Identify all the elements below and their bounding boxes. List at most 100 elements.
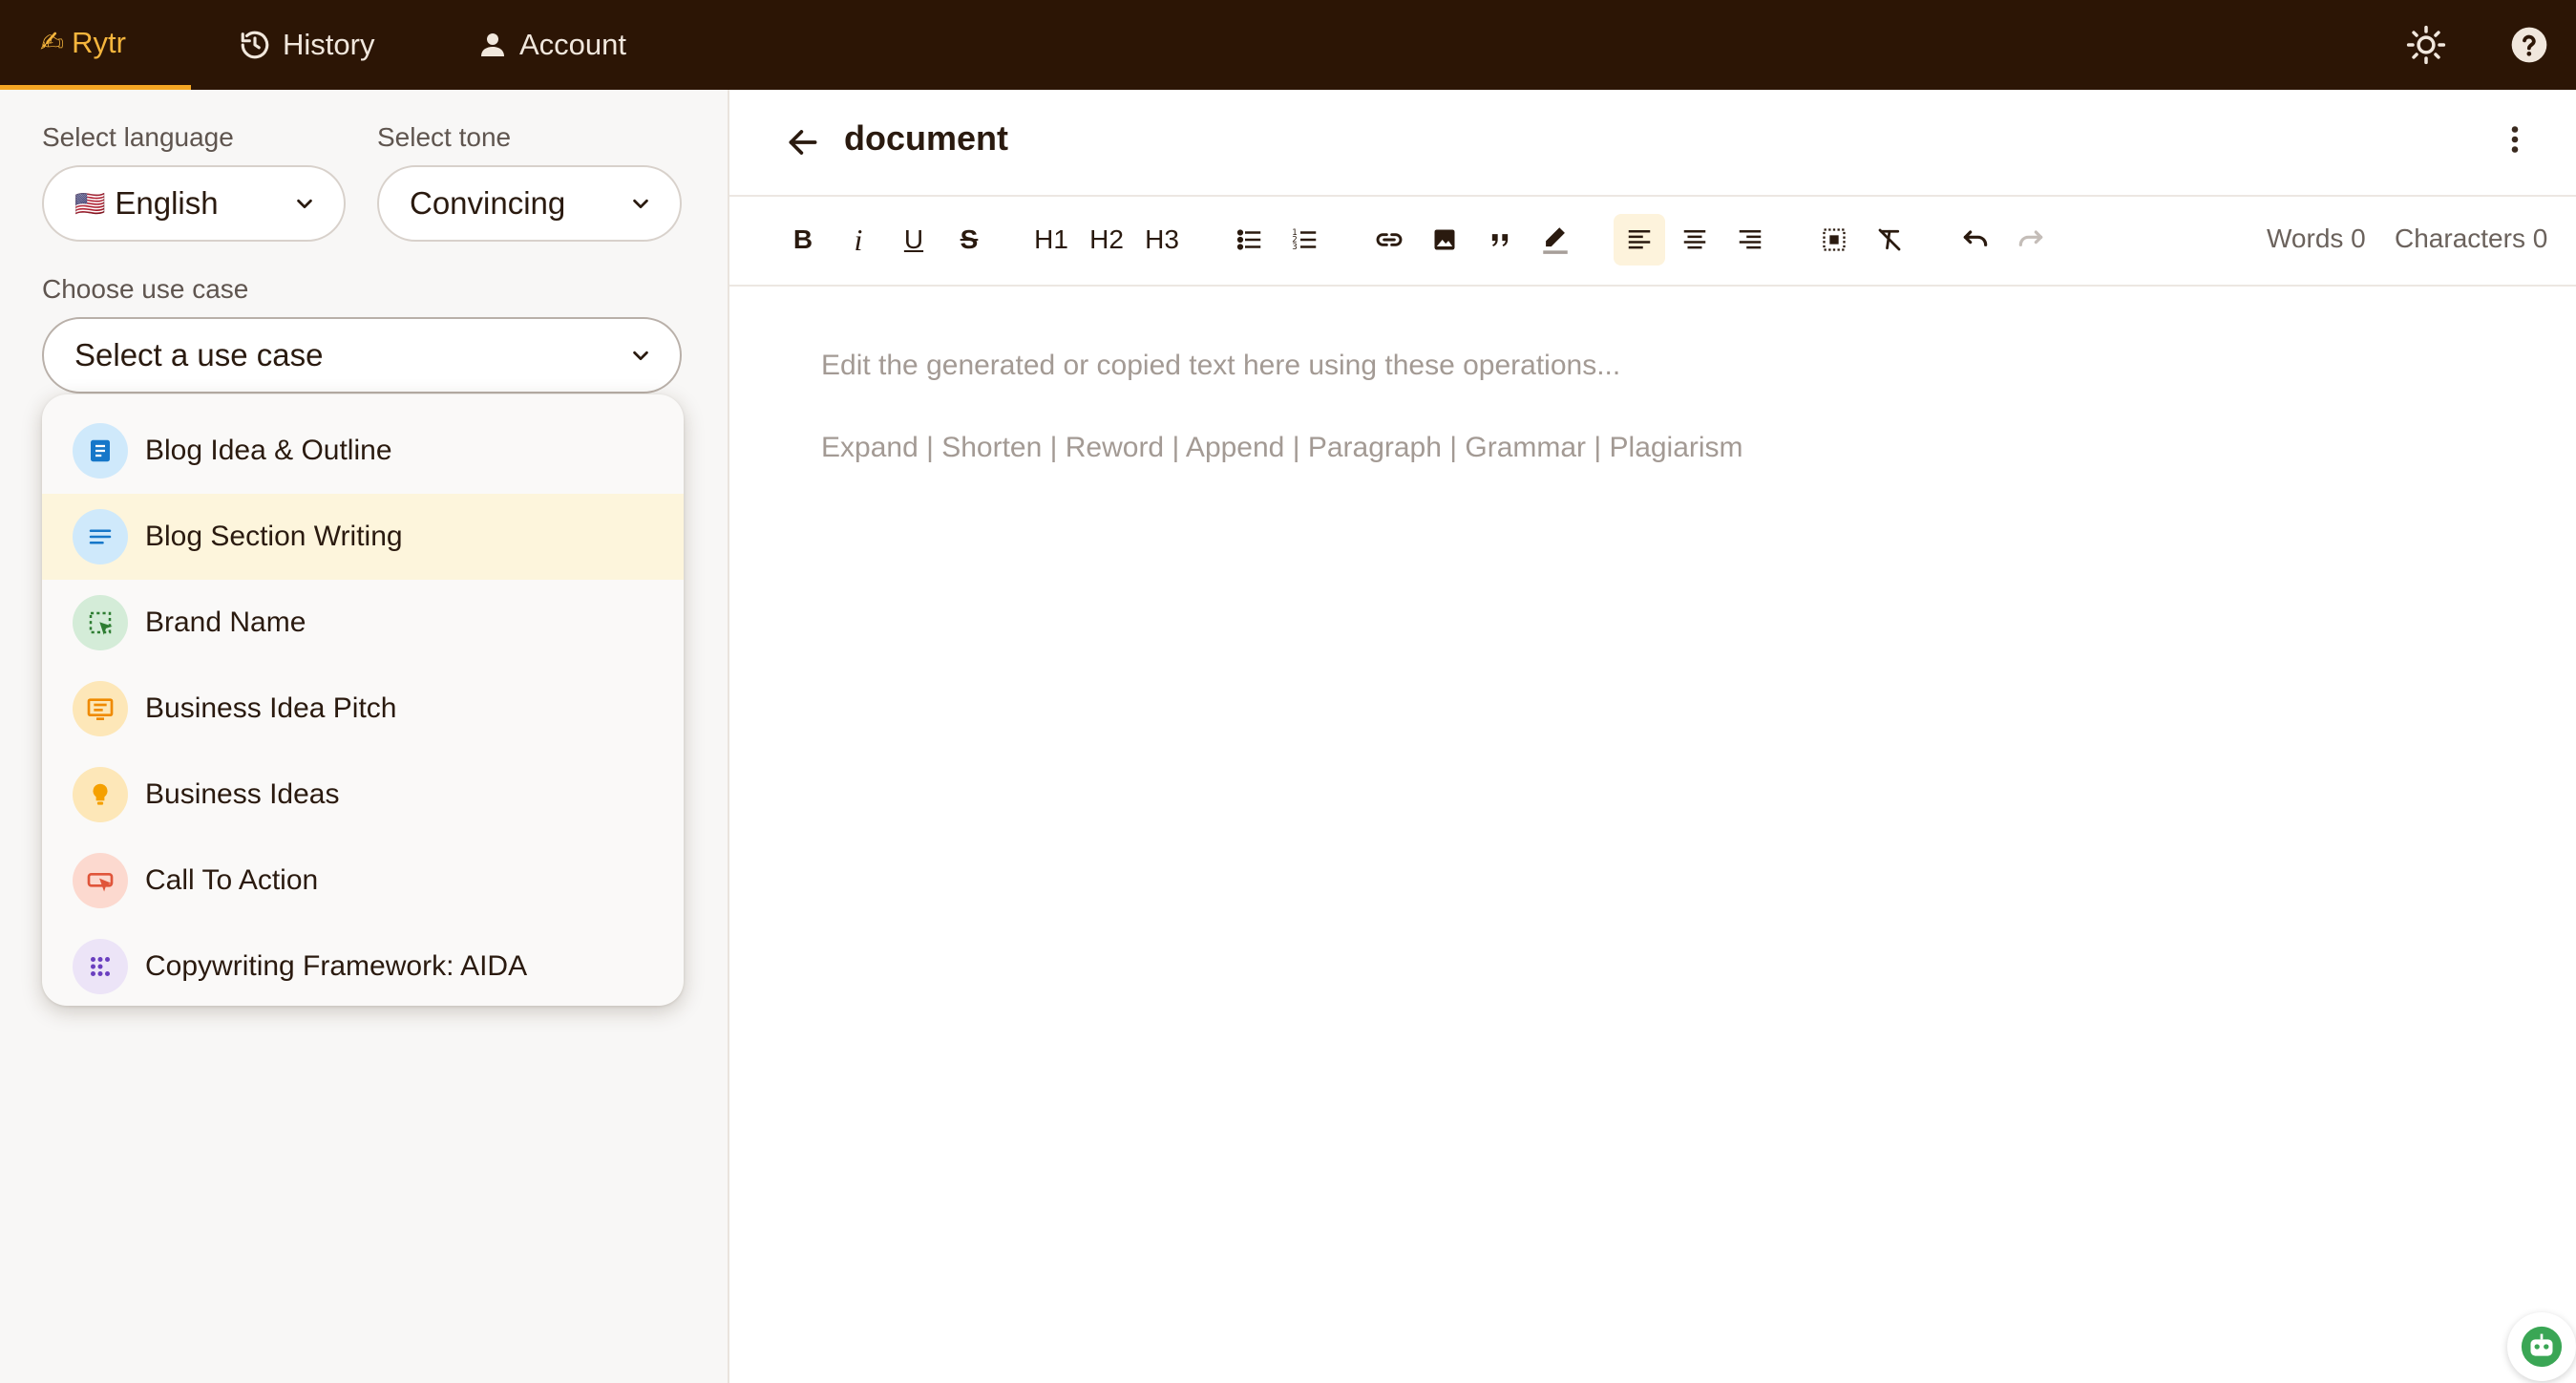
usecase-icon-circle xyxy=(73,853,128,908)
usecase-option-label: Copywriting Framework: AIDA xyxy=(145,950,528,982)
usecase-option[interactable]: Blog Idea & Outline xyxy=(42,408,684,494)
link-button[interactable] xyxy=(1365,214,1413,266)
nav-tab-rytr[interactable]: ✍ Rytr xyxy=(0,0,191,90)
usecase-option[interactable]: Copywriting Framework: AIDA xyxy=(42,924,684,1006)
select-all-button[interactable] xyxy=(1810,214,1858,266)
heading1-label: H1 xyxy=(1034,224,1068,254)
person-icon xyxy=(481,33,504,56)
usecase-option-label: Business Ideas xyxy=(145,778,340,810)
redo-icon xyxy=(2018,230,2043,246)
theme-toggle-button[interactable] xyxy=(2404,23,2448,67)
redo-button[interactable] xyxy=(2007,214,2055,266)
help-button[interactable] xyxy=(2507,23,2551,67)
us-flag-icon: 🇺🇸 xyxy=(74,188,106,218)
sun-icon xyxy=(2406,25,2446,65)
usecase-option[interactable]: Business Idea Pitch xyxy=(42,666,684,752)
image-icon xyxy=(1434,229,1455,250)
word-count: Words 0 xyxy=(2267,223,2366,253)
usecase-option-label: Brand Name xyxy=(145,606,306,638)
editor-toolbar: B i U S H1 H2 H3 123 Words 0 Characters … xyxy=(729,195,2576,287)
usecase-icon-circle xyxy=(73,681,128,736)
heading1-button[interactable]: H1 xyxy=(1027,214,1075,266)
usecase-icon-circle xyxy=(73,595,128,650)
usecase-option[interactable]: Business Ideas xyxy=(42,752,684,838)
history-icon xyxy=(241,31,269,59)
usecase-icon-circle xyxy=(73,509,128,564)
highlighter-pen-icon xyxy=(1543,227,1568,254)
lightbulb-icon xyxy=(93,783,108,805)
chevron-down-icon xyxy=(633,351,648,361)
usecase-option-label: Blog Idea & Outline xyxy=(145,435,392,466)
lines-icon xyxy=(89,529,112,544)
italic-icon: i xyxy=(854,222,863,257)
heading2-button[interactable]: H2 xyxy=(1083,214,1130,266)
usecase-option-highlighted[interactable]: Blog Section Writing xyxy=(42,494,684,580)
align-right-icon xyxy=(1739,230,1762,249)
underline-button[interactable]: U xyxy=(890,214,938,266)
strikethrough-button[interactable]: S xyxy=(945,214,993,266)
undo-button[interactable] xyxy=(1952,214,1999,266)
highlight-color-button[interactable] xyxy=(1531,214,1579,266)
chat-bot-button[interactable] xyxy=(2507,1312,2576,1381)
italic-button[interactable]: i xyxy=(834,214,882,266)
usecase-label: Choose use case xyxy=(42,274,249,304)
align-center-icon xyxy=(1683,230,1706,249)
document-title[interactable]: document xyxy=(844,118,1008,159)
dots-grid-icon xyxy=(91,957,110,976)
more-vertical-icon[interactable] xyxy=(2498,120,2532,159)
usecase-dropdown-menu: Blog Idea & Outline Blog Section Writing… xyxy=(42,394,684,1006)
link-icon xyxy=(1376,233,1403,246)
document-header: document xyxy=(729,90,2576,197)
account-label: Account xyxy=(519,28,627,61)
history-label: History xyxy=(283,28,375,61)
undo-icon xyxy=(1963,230,1988,246)
writing-hand-icon: ✍ xyxy=(40,27,65,58)
usecase-icon-circle xyxy=(73,423,128,479)
editor-placeholder-instructions[interactable]: Edit the generated or copied text here u… xyxy=(821,350,1620,382)
tone-select[interactable]: Convincing xyxy=(377,165,682,242)
bullet-list-button[interactable] xyxy=(1226,214,1274,266)
bullet-list-icon xyxy=(1236,229,1261,250)
click-button-icon xyxy=(87,873,114,892)
usecase-icon-circle xyxy=(73,767,128,822)
quote-icon xyxy=(1491,234,1509,246)
language-select[interactable]: 🇺🇸 English xyxy=(42,165,346,242)
document-icon xyxy=(91,439,110,462)
language-label: Select language xyxy=(42,122,234,152)
presentation-icon xyxy=(87,698,114,720)
tone-value: Convincing xyxy=(410,185,566,221)
quote-button[interactable] xyxy=(1476,214,1524,266)
editor-placeholder-operations[interactable]: Expand | Shorten | Reword | Append | Par… xyxy=(821,432,1743,464)
usecase-option-label: Call To Action xyxy=(145,864,319,896)
usecase-option-label: Business Idea Pitch xyxy=(145,692,397,724)
align-left-icon xyxy=(1628,230,1651,249)
brand-label: Rytr xyxy=(72,25,126,59)
select-area-icon xyxy=(89,611,113,635)
select-all-icon xyxy=(1823,228,1846,251)
nav-tab-account[interactable]: Account xyxy=(477,0,626,90)
heading3-button[interactable]: H3 xyxy=(1138,214,1186,266)
usecase-option-label: Blog Section Writing xyxy=(145,521,403,552)
chevron-down-icon xyxy=(297,199,312,209)
top-navigation-bar: ✍ Rytr History Account xyxy=(0,0,2576,90)
usecase-option[interactable]: Brand Name xyxy=(42,580,684,666)
character-count: Characters 0 xyxy=(2395,223,2548,253)
align-center-button[interactable] xyxy=(1671,214,1719,266)
bold-button[interactable]: B xyxy=(779,214,827,266)
strikethrough-icon: S xyxy=(960,224,979,254)
usecase-option[interactable]: Call To Action xyxy=(42,838,684,924)
heading2-label: H2 xyxy=(1089,224,1124,254)
bold-icon: B xyxy=(792,224,813,254)
nav-tab-history[interactable]: History xyxy=(239,0,374,90)
underline-icon: U xyxy=(903,224,924,254)
usecase-select[interactable]: Select a use case xyxy=(42,317,682,394)
align-left-button[interactable] xyxy=(1614,214,1665,266)
back-arrow-icon[interactable] xyxy=(785,124,821,160)
heading3-label: H3 xyxy=(1145,224,1179,254)
image-button[interactable] xyxy=(1421,214,1468,266)
clear-format-button[interactable] xyxy=(1866,214,1913,266)
svg-text:3: 3 xyxy=(1292,243,1298,252)
numbered-list-button[interactable]: 123 xyxy=(1281,214,1329,266)
usecase-icon-circle xyxy=(73,939,128,994)
align-right-button[interactable] xyxy=(1726,214,1774,266)
